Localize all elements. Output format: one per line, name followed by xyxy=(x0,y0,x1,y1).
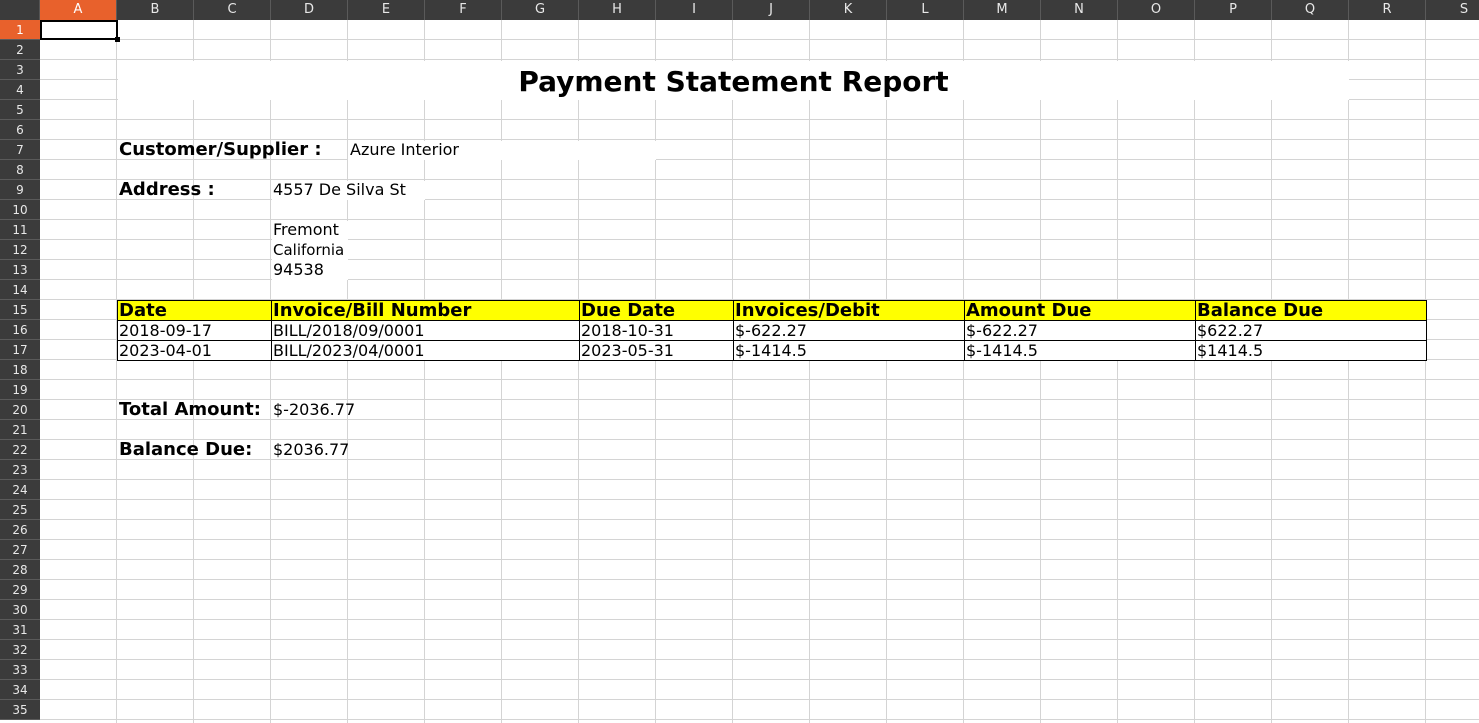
address-label: Address : xyxy=(119,180,215,200)
column-header-i[interactable]: I xyxy=(656,0,733,20)
table-cell[interactable]: BILL/2023/04/0001 xyxy=(271,340,580,361)
row-header-22[interactable]: 22 xyxy=(0,440,40,460)
column-header-g[interactable]: G xyxy=(502,0,579,20)
th-invoice-number: Invoice/Bill Number xyxy=(271,300,580,321)
row-header-28[interactable]: 28 xyxy=(0,560,40,580)
column-header-a[interactable]: A xyxy=(40,0,117,20)
table-cell[interactable]: $-1414.5 xyxy=(733,340,965,361)
column-header-f[interactable]: F xyxy=(425,0,502,20)
table-cell[interactable]: 2023-05-31 xyxy=(579,340,734,361)
row-header-19[interactable]: 19 xyxy=(0,380,40,400)
column-header-l[interactable]: L xyxy=(887,0,964,20)
cell-grid[interactable] xyxy=(40,20,1479,723)
table-cell[interactable]: 2023-04-01 xyxy=(117,340,272,361)
address-zip: 94538 xyxy=(273,260,324,279)
total-amount-value: $-2036.77 xyxy=(273,400,356,419)
row-header-24[interactable]: 24 xyxy=(0,480,40,500)
table-cell[interactable]: $622.27 xyxy=(1195,320,1427,341)
column-header-d[interactable]: D xyxy=(271,0,348,20)
table-cell[interactable]: $-1414.5 xyxy=(964,340,1196,361)
balance-due-label: Balance Due: xyxy=(119,440,253,460)
row-header-5[interactable]: 5 xyxy=(0,100,40,120)
row-header-26[interactable]: 26 xyxy=(0,520,40,540)
address-city: Fremont xyxy=(273,220,339,239)
column-header-n[interactable]: N xyxy=(1041,0,1118,20)
row-header-21[interactable]: 21 xyxy=(0,420,40,440)
row-header-7[interactable]: 7 xyxy=(0,140,40,160)
column-header-p[interactable]: P xyxy=(1195,0,1272,20)
row-header-27[interactable]: 27 xyxy=(0,540,40,560)
row-header-13[interactable]: 13 xyxy=(0,260,40,280)
column-header-m[interactable]: M xyxy=(964,0,1041,20)
address-state: California xyxy=(273,241,345,259)
total-amount-label: Total Amount: xyxy=(119,400,261,420)
th-due-date: Due Date xyxy=(579,300,734,321)
address-line1: 4557 De Silva St xyxy=(273,180,406,199)
table-cell[interactable]: $-622.27 xyxy=(964,320,1196,341)
row-header-32[interactable]: 32 xyxy=(0,640,40,660)
customer-label: Customer/Supplier : xyxy=(119,140,322,160)
row-header-6[interactable]: 6 xyxy=(0,120,40,140)
th-invoices-debit: Invoices/Debit xyxy=(733,300,965,321)
customer-value: Azure Interior xyxy=(350,140,460,159)
row-header-14[interactable]: 14 xyxy=(0,280,40,300)
column-header-j[interactable]: J xyxy=(733,0,810,20)
row-header-23[interactable]: 23 xyxy=(0,460,40,480)
report-title: Payment Statement Report xyxy=(518,65,949,98)
th-amount-due: Amount Due xyxy=(964,300,1196,321)
row-header-31[interactable]: 31 xyxy=(0,620,40,640)
row-header-16[interactable]: 16 xyxy=(0,320,40,340)
row-header-18[interactable]: 18 xyxy=(0,360,40,380)
row-header-29[interactable]: 29 xyxy=(0,580,40,600)
row-header-15[interactable]: 15 xyxy=(0,300,40,320)
row-header-30[interactable]: 30 xyxy=(0,600,40,620)
row-header-11[interactable]: 11 xyxy=(0,220,40,240)
table-cell[interactable]: BILL/2018/09/0001 xyxy=(271,320,580,341)
row-header-20[interactable]: 20 xyxy=(0,400,40,420)
row-header-25[interactable]: 25 xyxy=(0,500,40,520)
column-header-r[interactable]: R xyxy=(1349,0,1426,20)
row-header-3[interactable]: 3 xyxy=(0,60,40,80)
row-header-10[interactable]: 10 xyxy=(0,200,40,220)
fill-handle[interactable] xyxy=(115,37,120,42)
select-all-corner[interactable] xyxy=(0,0,40,20)
row-header-12[interactable]: 12 xyxy=(0,240,40,260)
th-balance-due: Balance Due xyxy=(1195,300,1427,321)
table-cell[interactable]: $1414.5 xyxy=(1195,340,1427,361)
row-header-9[interactable]: 9 xyxy=(0,180,40,200)
balance-due-value: $2036.77 xyxy=(273,440,350,459)
row-header-2[interactable]: 2 xyxy=(0,40,40,60)
column-header-e[interactable]: E xyxy=(348,0,425,20)
column-header-c[interactable]: C xyxy=(194,0,271,20)
row-header-17[interactable]: 17 xyxy=(0,340,40,360)
row-header-35[interactable]: 35 xyxy=(0,700,40,720)
active-cell-cursor[interactable] xyxy=(40,20,118,40)
row-header-8[interactable]: 8 xyxy=(0,160,40,180)
row-header-1[interactable]: 1 xyxy=(0,20,40,40)
table-cell[interactable]: $-622.27 xyxy=(733,320,965,341)
table-cell[interactable]: 2018-09-17 xyxy=(117,320,272,341)
table-cell[interactable]: 2018-10-31 xyxy=(579,320,734,341)
column-header-q[interactable]: Q xyxy=(1272,0,1349,20)
row-header-4[interactable]: 4 xyxy=(0,80,40,100)
column-header-o[interactable]: O xyxy=(1118,0,1195,20)
column-header-k[interactable]: K xyxy=(810,0,887,20)
row-header-33[interactable]: 33 xyxy=(0,660,40,680)
column-header-h[interactable]: H xyxy=(579,0,656,20)
spreadsheet[interactable]: ABCDEFGHIJKLMNOPQRS 1 2 3 4 5 6 7 8 9 10 11 12 13 14 1… xyxy=(0,0,1479,723)
column-header-s[interactable]: S xyxy=(1426,0,1479,20)
th-date: Date xyxy=(117,300,272,321)
row-header-34[interactable]: 34 xyxy=(0,680,40,700)
column-header-b[interactable]: B xyxy=(117,0,194,20)
